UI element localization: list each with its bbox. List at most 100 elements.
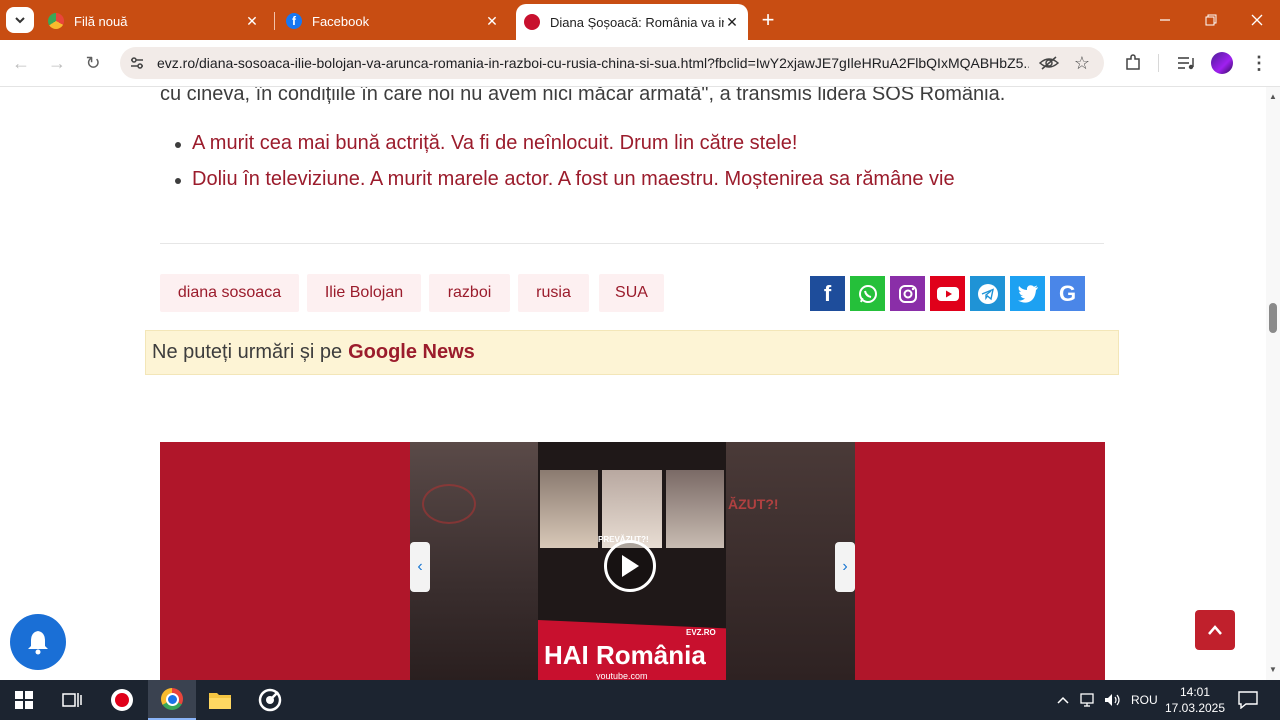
scroll-down-icon[interactable]: ▼: [1269, 665, 1277, 674]
tab-new-tab[interactable]: Filă nouă ✕: [40, 6, 268, 36]
close-icon[interactable]: ✕: [244, 13, 260, 29]
tag-sua[interactable]: SUA: [599, 274, 664, 312]
restore-button[interactable]: [1196, 8, 1226, 32]
related-article-link[interactable]: Doliu în televiziune. A murit marele act…: [192, 168, 955, 191]
record-icon: [111, 689, 133, 711]
minimize-icon: [1160, 19, 1170, 21]
telegram-icon: [977, 283, 998, 304]
action-center-button[interactable]: [1238, 680, 1258, 720]
menu-button[interactable]: ⋮: [1248, 52, 1270, 74]
chevron-up-icon: [1208, 625, 1222, 635]
bookmark-button[interactable]: ☆: [1071, 52, 1093, 74]
person-thumbnail: [666, 470, 724, 548]
chevron-right-icon: ›: [842, 558, 848, 575]
close-icon[interactable]: ✕: [724, 14, 740, 30]
new-tab-button[interactable]: +: [756, 7, 780, 32]
chevron-up-icon: [1057, 696, 1069, 704]
scroll-up-icon[interactable]: ▲: [1269, 92, 1277, 101]
play-ring-icon: [422, 484, 476, 524]
tag-razboi[interactable]: razboi: [429, 274, 510, 312]
google-icon: G: [1058, 280, 1077, 306]
article-paragraph: cu cineva, în condițiile în care noi nu …: [160, 87, 1006, 105]
tag-rusia[interactable]: rusia: [518, 274, 589, 312]
youtube-icon: [936, 286, 959, 301]
reload-button[interactable]: ↻: [80, 50, 106, 76]
tune-icon: [131, 57, 143, 69]
restore-icon: [1205, 14, 1217, 26]
bell-icon: [28, 631, 48, 655]
clock-date: 17.03.2025: [1164, 701, 1226, 715]
scroll-to-top-button[interactable]: [1195, 610, 1235, 650]
section-divider: [160, 243, 1104, 244]
telegram-share-button[interactable]: [970, 276, 1005, 311]
evz-icon: [524, 14, 540, 30]
tab-active-article[interactable]: Diana Șoșoacă: România va intra ✕: [516, 4, 748, 40]
twitter-share-button[interactable]: [1010, 276, 1045, 311]
taskbar-file-explorer[interactable]: [196, 680, 244, 720]
banner-subtitle: youtube.com: [596, 671, 648, 680]
tag-ilie-bolojan[interactable]: Ilie Bolojan: [307, 274, 421, 312]
bullet: [175, 178, 181, 184]
brand-label: EVZ.RO: [686, 628, 716, 637]
chevron-left-icon: ‹: [417, 558, 423, 575]
target-icon: [258, 688, 282, 712]
tag-diana-sosoaca[interactable]: diana sosoaca: [160, 274, 299, 312]
forward-button[interactable]: →: [44, 50, 70, 76]
start-button[interactable]: [0, 680, 48, 720]
tab-separator: [274, 12, 275, 30]
language-indicator[interactable]: ROU: [1131, 680, 1158, 720]
related-article-link[interactable]: A murit cea mai bună actriță. Va fi de n…: [192, 132, 797, 155]
folder-icon: [209, 693, 231, 709]
carousel-next-button[interactable]: ›: [835, 542, 855, 592]
video-player[interactable]: ĂZUT?! PREVĂZUT?! EVZ.RO HAI România you…: [410, 442, 855, 680]
windows-icon: [15, 691, 33, 709]
extensions-button[interactable]: [1122, 52, 1144, 74]
banner-title: HAI România: [544, 640, 706, 670]
google-news-text: Ne puteți urmări și pe: [152, 341, 343, 363]
twitter-icon: [1017, 284, 1038, 303]
tray-overflow-button[interactable]: [1056, 680, 1070, 720]
task-view-icon: [62, 693, 82, 707]
carousel-prev-button[interactable]: ‹: [410, 542, 430, 592]
tab-title: Filă nouă: [74, 13, 128, 29]
facebook-icon: f: [823, 280, 832, 306]
network-icon[interactable]: [1080, 680, 1098, 720]
google-share-button[interactable]: G: [1050, 276, 1085, 311]
taskbar-chrome[interactable]: [148, 680, 196, 720]
close-window-button[interactable]: [1242, 8, 1272, 32]
task-view-button[interactable]: [48, 680, 96, 720]
play-button[interactable]: [604, 540, 656, 592]
media-controls-button[interactable]: [1175, 52, 1197, 74]
youtube-share-button[interactable]: [930, 276, 965, 311]
page-scrollbar[interactable]: ▲ ▼: [1266, 87, 1280, 680]
taskbar-recorder[interactable]: [98, 680, 146, 720]
facebook-share-button[interactable]: f: [810, 276, 845, 311]
volume-icon[interactable]: [1104, 680, 1122, 720]
tab-search-button[interactable]: [6, 7, 34, 33]
close-icon: [1251, 14, 1263, 26]
reload-icon: ↻: [85, 52, 101, 73]
playlist-icon: [1178, 57, 1194, 70]
google-news-link[interactable]: Google News: [348, 341, 475, 364]
chevron-down-icon: [15, 17, 25, 24]
chrome-icon: [48, 13, 64, 29]
instagram-share-button[interactable]: [890, 276, 925, 311]
video-thumbnail-center: PREVĂZUT?! EVZ.RO HAI România youtube.co…: [538, 442, 726, 680]
url-text[interactable]: evz.ro/diana-sosoaca-ilie-bolojan-va-aru…: [157, 55, 1029, 71]
notifications-button[interactable]: [10, 614, 66, 670]
site-info-button[interactable]: [126, 52, 148, 74]
back-button[interactable]: ←: [8, 50, 34, 76]
minimize-button[interactable]: [1150, 8, 1180, 32]
clock[interactable]: 14:01 17.03.2025: [1164, 680, 1226, 720]
whatsapp-share-button[interactable]: [850, 276, 885, 311]
play-icon: [622, 555, 639, 577]
taskbar-app[interactable]: [246, 680, 294, 720]
tracking-protection-button[interactable]: [1038, 52, 1060, 74]
page-viewport: cu cineva, în condițiile în care noi nu …: [0, 87, 1266, 680]
chrome-icon: [161, 688, 183, 710]
tab-facebook[interactable]: f Facebook ✕: [278, 6, 508, 36]
bullet: [175, 142, 181, 148]
close-icon[interactable]: ✕: [484, 13, 500, 29]
profile-avatar[interactable]: [1211, 52, 1233, 74]
scrollbar-thumb[interactable]: [1269, 303, 1277, 333]
